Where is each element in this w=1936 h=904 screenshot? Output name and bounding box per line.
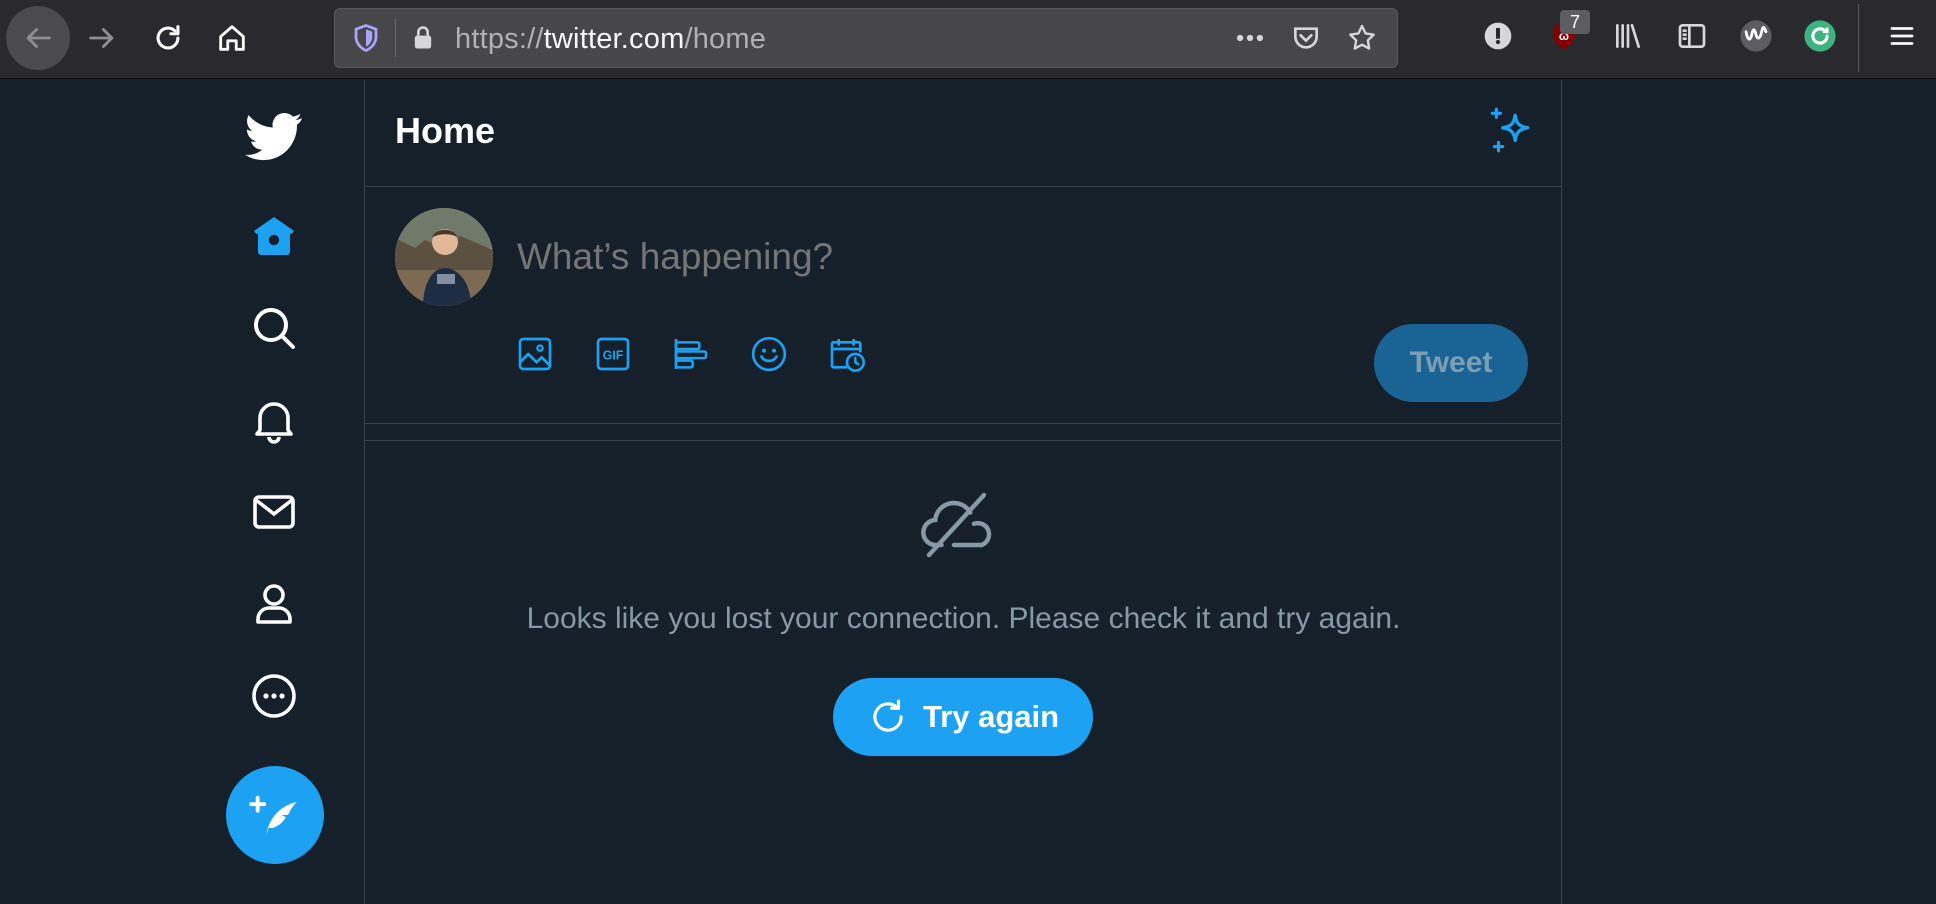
password-manager-button[interactable] — [1480, 18, 1516, 54]
sync-button[interactable] — [1802, 18, 1838, 54]
nav-notifications[interactable] — [214, 386, 334, 454]
url-path: /home — [684, 23, 767, 55]
avatar-photo — [395, 208, 493, 306]
schedule-icon — [830, 339, 865, 372]
url-actions — [1233, 21, 1379, 55]
schedule-button[interactable] — [827, 334, 867, 374]
url-host: twitter.com — [543, 23, 685, 55]
nav-messages[interactable] — [214, 478, 334, 546]
tweet-composer: GIF Tweet — [365, 188, 1562, 424]
twitter-logo-link[interactable] — [214, 100, 334, 168]
envelope-icon — [253, 495, 295, 529]
add-gif-button[interactable]: GIF — [593, 334, 633, 374]
timeline-header: Home — [365, 80, 1562, 187]
bookmark-star-icon — [1349, 24, 1375, 50]
sparkle-icon[interactable] — [1486, 107, 1536, 157]
home-button[interactable] — [200, 6, 264, 70]
connection-error: Looks like you lost your connection. Ple… — [365, 442, 1562, 904]
bookmark-button[interactable] — [1345, 21, 1379, 55]
add-emoji-button[interactable] — [749, 334, 789, 374]
refresh-icon — [873, 699, 903, 732]
lock-icon[interactable] — [409, 23, 437, 53]
cloud-offline-icon — [921, 492, 992, 558]
svg-text:GIF: GIF — [603, 348, 624, 362]
compose-tweet-button[interactable] — [226, 766, 324, 864]
section-spacer — [365, 425, 1562, 441]
home-icon — [219, 25, 245, 51]
sidebar-button[interactable] — [1674, 18, 1710, 54]
try-again-label: Try again — [922, 699, 1060, 734]
url-separator — [395, 19, 396, 57]
browser-toolbar: https://twitter.com/home ω 7 — [0, 0, 1936, 79]
password-manager-icon — [1484, 22, 1512, 50]
tracking-shield-icon[interactable] — [351, 23, 381, 53]
image-icon — [518, 337, 552, 371]
page-actions-icon — [1236, 34, 1264, 42]
home-filled-icon — [254, 217, 294, 255]
toolbar-divider — [1858, 4, 1859, 72]
pocket-icon — [1294, 27, 1318, 49]
emoji-icon — [751, 336, 787, 372]
ublock-badge: 7 — [1560, 10, 1590, 34]
feather-plus-icon — [249, 795, 297, 835]
pocket-button[interactable] — [1289, 21, 1323, 55]
reload-button[interactable] — [136, 6, 200, 70]
side-navigation — [214, 80, 348, 904]
bell-icon — [255, 402, 293, 444]
search-icon — [254, 308, 295, 349]
menu-icon — [1890, 27, 1914, 45]
page-actions-button[interactable] — [1233, 21, 1267, 55]
gif-icon: GIF — [596, 337, 630, 371]
url-scheme: https:// — [455, 23, 544, 55]
tweet-button[interactable]: Tweet — [1374, 324, 1528, 402]
extension-w-button[interactable] — [1738, 18, 1774, 54]
forward-button[interactable] — [70, 6, 134, 70]
forward-icon — [89, 28, 114, 48]
library-button[interactable] — [1610, 18, 1646, 54]
nav-more[interactable] — [214, 662, 334, 730]
sync-icon — [1804, 20, 1836, 52]
twitter-bird-icon — [245, 112, 303, 161]
add-media-button[interactable] — [515, 334, 555, 374]
avatar[interactable] — [395, 208, 493, 306]
person-icon — [256, 584, 292, 624]
menu-button[interactable] — [1884, 18, 1920, 54]
try-again-button[interactable]: Try again — [833, 678, 1093, 756]
sidebar-icon — [1678, 24, 1706, 48]
more-circle-icon — [252, 674, 296, 718]
back-button[interactable] — [6, 6, 70, 70]
url-text[interactable]: https://twitter.com/home — [455, 23, 766, 56]
page-title: Home — [395, 110, 496, 151]
add-poll-button[interactable] — [671, 334, 711, 374]
nav-profile[interactable] — [214, 570, 334, 638]
poll-icon — [674, 339, 708, 369]
library-icon — [1616, 24, 1640, 48]
reload-icon — [156, 25, 180, 50]
back-icon — [26, 28, 51, 48]
error-message: Looks like you lost your connection. Ple… — [526, 602, 1401, 635]
main-column: Home GIF — [364, 80, 1562, 904]
extension-w-icon — [1740, 20, 1772, 52]
tweet-input[interactable] — [517, 236, 1217, 278]
composer-toolbar: GIF — [515, 334, 867, 374]
nav-home[interactable] — [214, 202, 334, 270]
nav-explore[interactable] — [214, 294, 334, 362]
url-bar[interactable]: https://twitter.com/home — [334, 8, 1398, 68]
